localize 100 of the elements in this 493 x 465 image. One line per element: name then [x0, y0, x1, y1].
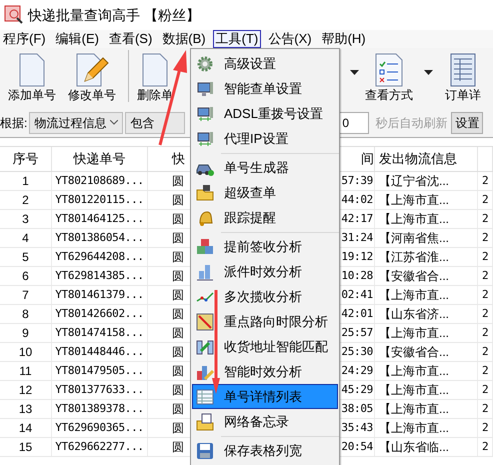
table-cell-text: 25:30	[341, 344, 373, 360]
toolbar-button[interactable]: 修改单号	[64, 53, 120, 104]
table-cell-text: 42:01	[341, 306, 373, 322]
dropdown-item[interactable]: 单号详情列表	[192, 384, 338, 409]
table-cell-text: 【上海市直...	[379, 192, 450, 209]
table-cell-text: 圆	[172, 344, 184, 361]
table-cell-text: YT801448446...	[55, 344, 144, 360]
table-cell-text: 2	[482, 400, 488, 417]
table-cell-text: 【上海市直...	[379, 382, 450, 399]
table-cell-text: 【安徽省合...	[379, 344, 450, 361]
dropdown-item[interactable]: ADSL重拨号设置	[192, 101, 338, 126]
table-cell-text: 14	[18, 420, 32, 437]
table-cell-text: 2	[482, 172, 488, 189]
table-cell-text: 38:05	[341, 400, 373, 417]
table-cell-text: 圆	[172, 363, 184, 380]
dropdown-item[interactable]: 保存表格列宽	[192, 438, 338, 463]
table-cell-text: 2	[22, 192, 29, 209]
column-header[interactable]: 序号	[12, 149, 38, 169]
table-cell-text: 【上海市直...	[379, 420, 450, 437]
table-cell-text: 9	[22, 325, 29, 342]
table-cell-text: 2	[482, 286, 488, 303]
menu-item[interactable]: 数据(B)	[159, 30, 209, 48]
dropdown-item[interactable]: 提前签收分析	[192, 234, 338, 259]
table-cell-text: 圆	[172, 268, 184, 285]
dropdown-item[interactable]: 智能查单设置	[192, 76, 338, 101]
menu-item[interactable]: 工具(T)	[212, 30, 262, 48]
menu-item[interactable]: 公告(X)	[265, 30, 315, 48]
toolbar-button[interactable]: 删除单	[135, 53, 175, 104]
toolbar-button[interactable]: 订单详	[435, 53, 491, 104]
table-cell-text: YT801464125...	[55, 210, 144, 227]
checklist-icon	[374, 53, 404, 87]
table-cell-text: 【上海市直...	[379, 363, 450, 380]
table-cell-text: 15	[18, 439, 32, 456]
dropdown-item[interactable]: 跟踪提醒	[192, 205, 338, 230]
table-cell-text: 45:29	[341, 382, 373, 398]
toolbar-button[interactable]: 查看方式	[361, 53, 417, 104]
dropdown-item[interactable]: 代理IP设置	[192, 126, 338, 151]
column-header[interactable]: 快递单号	[74, 149, 126, 169]
dropdown-item[interactable]: 派件时效分析	[192, 259, 338, 284]
table-cell-text: YT801389378...	[55, 400, 144, 417]
table-cell-text: 圆	[172, 325, 184, 342]
table-cell-text: 19:12	[341, 248, 373, 265]
table-cell-text: 25:57	[341, 324, 373, 341]
table-cell-text: 8	[22, 306, 29, 323]
table-cell-text: YT801474158...	[55, 324, 144, 341]
table-cell-text: 圆	[172, 173, 184, 190]
chevron-down-icon[interactable]	[110, 120, 118, 125]
table-cell-text: 【上海市直...	[379, 325, 450, 342]
column-header[interactable]: 间	[361, 149, 374, 169]
caret-icon[interactable]	[350, 70, 359, 74]
table-cell-text: 圆	[172, 249, 184, 266]
settings-button[interactable]: 设置	[451, 112, 484, 134]
matching-icon	[196, 338, 214, 356]
table-cell-text: 2	[482, 248, 488, 265]
table-cell-text: 7	[22, 287, 29, 304]
table-cell-text: 【山东省济...	[379, 306, 450, 323]
document-icon	[141, 53, 169, 87]
table-cell-text: 2	[482, 306, 488, 322]
table-cell-text: 42:17	[341, 210, 373, 227]
table-cell-text: 2	[482, 382, 488, 398]
dropdown-item[interactable]: 超级查单	[192, 180, 338, 205]
table-cell-text: 圆	[172, 401, 184, 418]
dropdown-item[interactable]: 重点路向时限分析	[192, 309, 338, 334]
field-select[interactable]: 物流过程信息	[29, 112, 124, 134]
caret-icon[interactable]	[424, 70, 433, 74]
seconds-field[interactable]: 0	[337, 112, 370, 134]
table-cell-text: 【安徽省合...	[379, 268, 450, 285]
table-cell-text: 【山东省临...	[379, 439, 450, 456]
table-cell-text: YT801461379...	[55, 286, 144, 303]
table-cell-text: 20:54	[341, 438, 373, 455]
dropdown-item[interactable]: 多次揽收分析	[192, 284, 338, 309]
dropdown-item[interactable]: 单号生成器	[192, 155, 338, 180]
dropdown-item[interactable]: 收货地址智能匹配	[192, 334, 338, 359]
menu-item[interactable]: 查看(S)	[106, 30, 156, 48]
table-cell-text: YT629690365...	[55, 420, 144, 436]
toolbar-button[interactable]: 添加单号	[4, 53, 60, 104]
dropdown-item[interactable]: 网络备忘录	[192, 409, 338, 434]
document-icon	[18, 53, 46, 87]
pencil-document-icon	[75, 53, 109, 87]
table-cell-text: 10	[18, 344, 32, 361]
table-cell-text: YT801377633...	[55, 382, 144, 398]
column-header[interactable]: 发出物流信息	[379, 149, 457, 169]
dropdown-item[interactable]: 智能时效分析	[192, 359, 338, 384]
dropdown-item[interactable]: 高级设置	[192, 51, 338, 76]
menu-item[interactable]: 帮助(H)	[318, 30, 369, 48]
table-cell-text: 圆	[172, 439, 184, 456]
table-cell-text: 2	[482, 192, 488, 208]
table-cell-text: 2	[482, 210, 488, 227]
table-cell-text: 44:02	[341, 192, 373, 208]
menu-item[interactable]: 编辑(E)	[52, 30, 102, 48]
table-cell-text: YT801479505...	[55, 362, 144, 379]
menu-item[interactable]: 程序(F)	[0, 30, 49, 48]
table-cell-text: 2	[482, 268, 488, 284]
table-cell-text: 12	[18, 382, 32, 399]
network-computer-icon	[196, 104, 214, 122]
table-cell-text: YT629814385...	[55, 268, 144, 284]
match-select[interactable]: 包含	[125, 112, 186, 134]
table-cell-text: YT629662277...	[55, 438, 144, 455]
bar-chart-icon	[196, 262, 214, 280]
column-header[interactable]: 快	[172, 149, 185, 169]
